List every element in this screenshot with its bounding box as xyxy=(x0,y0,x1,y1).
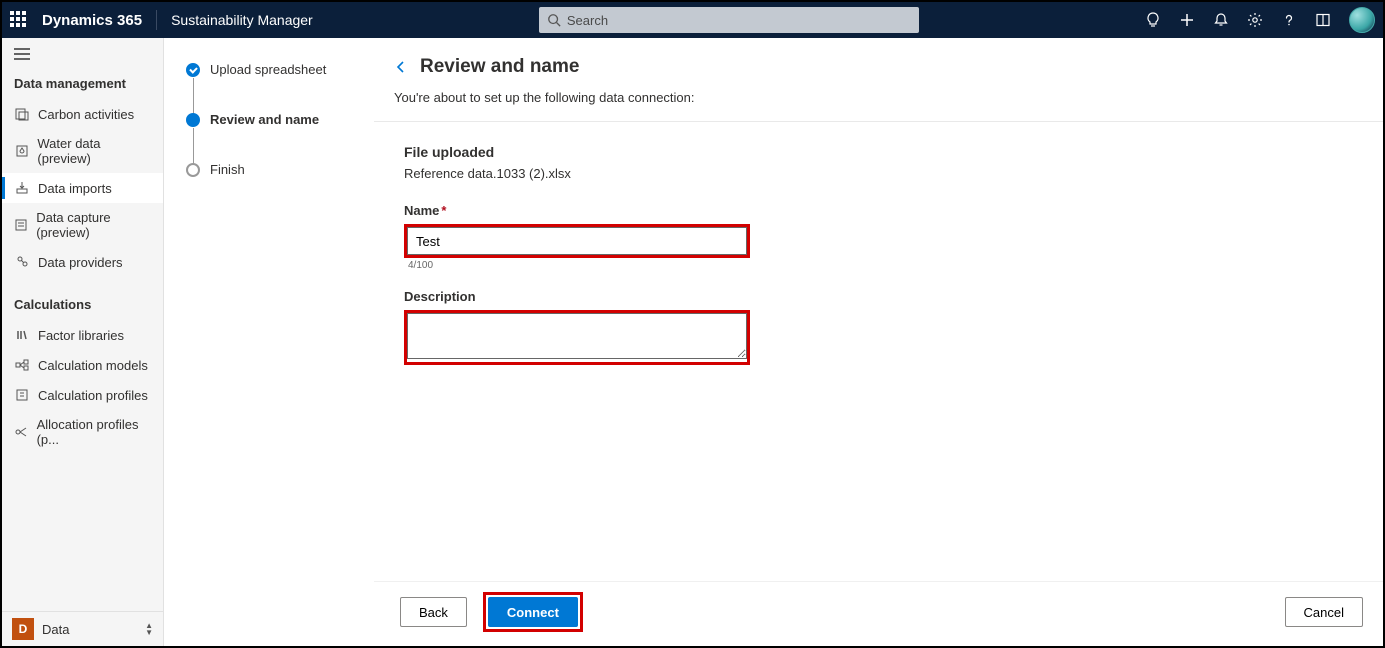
sidebar-item-label: Factor libraries xyxy=(38,328,124,343)
sidebar-item-label: Water data (preview) xyxy=(37,136,153,166)
sidebar-item-label: Calculation profiles xyxy=(38,388,148,403)
main-content: Review and name You're about to set up t… xyxy=(374,38,1383,646)
section-data-management: Data management xyxy=(2,70,163,99)
water-icon xyxy=(14,143,29,159)
step-dot-current-icon xyxy=(186,113,200,127)
help-icon[interactable] xyxy=(1281,12,1297,28)
sidebar-item-data-providers[interactable]: Data providers xyxy=(2,247,163,277)
sidebar-item-label: Data capture (preview) xyxy=(36,210,153,240)
file-uploaded-label: File uploaded xyxy=(404,144,1363,160)
app-launcher-icon[interactable] xyxy=(10,11,28,29)
import-icon xyxy=(14,180,30,196)
name-char-count: 4/100 xyxy=(408,260,1363,271)
left-sidebar: Data management Carbon activities Water … xyxy=(2,38,164,646)
step-review-and-name[interactable]: Review and name xyxy=(186,112,364,162)
step-dot-pending-icon xyxy=(186,163,200,177)
description-input[interactable] xyxy=(407,313,747,359)
step-dot-done-icon xyxy=(186,63,200,77)
sidebar-item-factor-libraries[interactable]: Factor libraries xyxy=(2,320,163,350)
env-name: Data xyxy=(42,622,137,637)
lightbulb-icon[interactable] xyxy=(1145,12,1161,28)
step-label: Finish xyxy=(210,162,245,177)
profiles-icon xyxy=(14,387,30,403)
env-badge: D xyxy=(12,618,34,640)
sidebar-item-label: Allocation profiles (p... xyxy=(37,417,153,447)
library-icon xyxy=(14,327,30,343)
models-icon xyxy=(14,357,30,373)
book-icon[interactable] xyxy=(1315,12,1331,28)
allocation-icon xyxy=(14,424,29,440)
carbon-icon xyxy=(14,106,30,122)
avatar[interactable] xyxy=(1349,7,1375,33)
providers-icon xyxy=(14,254,30,270)
sidebar-item-calculation-profiles[interactable]: Calculation profiles xyxy=(2,380,163,410)
sidebar-item-label: Data providers xyxy=(38,255,123,270)
sidebar-item-data-imports[interactable]: Data imports xyxy=(2,173,163,203)
sidebar-item-label: Data imports xyxy=(38,181,112,196)
connect-button[interactable]: Connect xyxy=(488,597,578,627)
sidebar-item-calculation-models[interactable]: Calculation models xyxy=(2,350,163,380)
step-finish[interactable]: Finish xyxy=(186,162,364,212)
brand-divider xyxy=(156,10,157,30)
step-label: Upload spreadsheet xyxy=(210,62,326,77)
back-button[interactable]: Back xyxy=(400,597,467,627)
sidebar-item-label: Calculation models xyxy=(38,358,148,373)
search-input[interactable]: Search xyxy=(539,7,919,33)
chevron-updown-icon[interactable]: ▲▼ xyxy=(145,622,153,636)
environment-switcher[interactable]: D Data ▲▼ xyxy=(2,611,163,646)
add-icon[interactable] xyxy=(1179,12,1195,28)
product-label: Sustainability Manager xyxy=(171,12,313,28)
hamburger-icon[interactable] xyxy=(2,38,163,70)
connect-highlight: Connect xyxy=(483,592,583,632)
step-label: Review and name xyxy=(210,112,319,127)
wizard-steps: Upload spreadsheet Review and name Finis… xyxy=(164,38,374,646)
sidebar-item-water-data[interactable]: Water data (preview) xyxy=(2,129,163,173)
top-app-bar: Dynamics 365 Sustainability Manager Sear… xyxy=(2,2,1383,38)
name-field-label: Name* xyxy=(404,203,1363,218)
search-placeholder: Search xyxy=(567,13,608,28)
sidebar-item-data-capture[interactable]: Data capture (preview) xyxy=(2,203,163,247)
search-icon xyxy=(547,13,561,27)
uploaded-filename: Reference data.1033 (2).xlsx xyxy=(404,166,1363,181)
sidebar-item-allocation-profiles[interactable]: Allocation profiles (p... xyxy=(2,410,163,454)
description-highlight xyxy=(404,310,750,365)
section-calculations: Calculations xyxy=(2,291,163,320)
name-input[interactable] xyxy=(407,227,747,255)
brand-label: Dynamics 365 xyxy=(42,12,142,29)
gear-icon[interactable] xyxy=(1247,12,1263,28)
sidebar-item-label: Carbon activities xyxy=(38,107,134,122)
capture-icon xyxy=(14,217,28,233)
sidebar-item-carbon-activities[interactable]: Carbon activities xyxy=(2,99,163,129)
bell-icon[interactable] xyxy=(1213,12,1229,28)
description-field-label: Description xyxy=(404,289,1363,304)
step-upload-spreadsheet[interactable]: Upload spreadsheet xyxy=(186,62,364,112)
page-subtitle: You're about to set up the following dat… xyxy=(394,90,1363,105)
cancel-button[interactable]: Cancel xyxy=(1285,597,1363,627)
name-highlight xyxy=(404,224,750,258)
wizard-footer: Back Connect Cancel xyxy=(374,581,1383,646)
back-chevron-icon[interactable] xyxy=(394,60,408,74)
page-title: Review and name xyxy=(420,56,579,78)
